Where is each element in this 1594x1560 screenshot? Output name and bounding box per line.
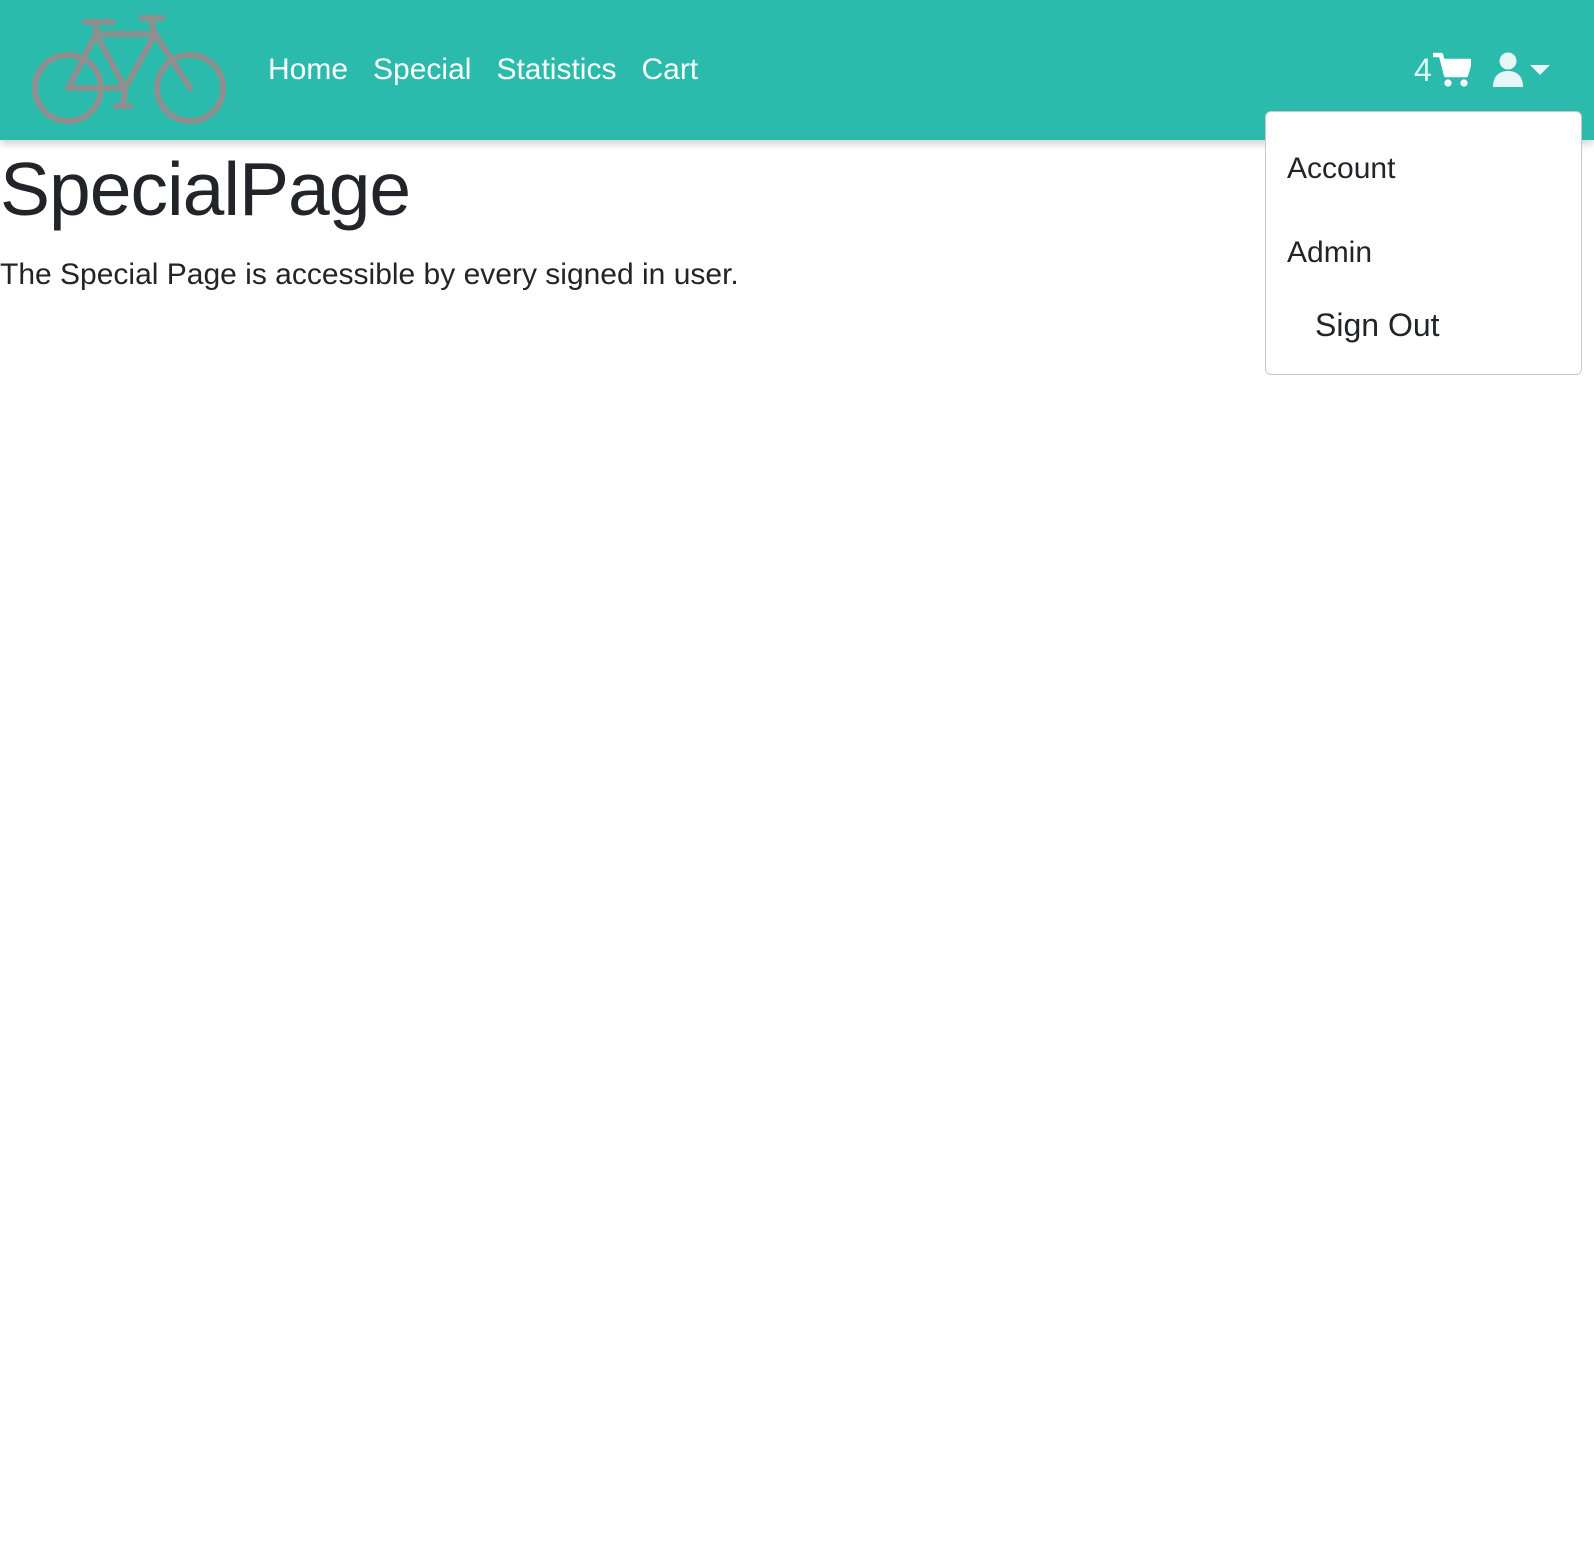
dropdown-item-admin[interactable]: Admin [1287, 236, 1372, 270]
user-dropdown-menu: Account Admin Sign Out [1265, 111, 1582, 375]
dropdown-item-account[interactable]: Account [1287, 152, 1395, 186]
brand-logo-link[interactable] [30, 14, 226, 126]
cart-button[interactable]: 4 [1414, 48, 1471, 92]
nav-link-special[interactable]: Special [373, 53, 471, 87]
nav-link-home[interactable]: Home [268, 53, 348, 87]
sign-out-button[interactable]: Sign Out [1315, 307, 1440, 344]
nav-link-statistics[interactable]: Statistics [496, 53, 616, 87]
page-description: The Special Page is accessible by every … [0, 258, 739, 291]
shopping-cart-icon [1432, 52, 1471, 87]
nav-link-cart[interactable]: Cart [641, 53, 698, 87]
cart-count: 4 [1414, 52, 1432, 88]
nav-links: Home Special Statistics Cart [268, 0, 723, 140]
user-icon [1493, 52, 1523, 87]
caret-down-icon [1530, 65, 1550, 75]
bicycle-icon [32, 15, 226, 124]
user-menu-toggle[interactable] [1492, 50, 1550, 90]
page-title: SpecialPage [0, 147, 411, 231]
